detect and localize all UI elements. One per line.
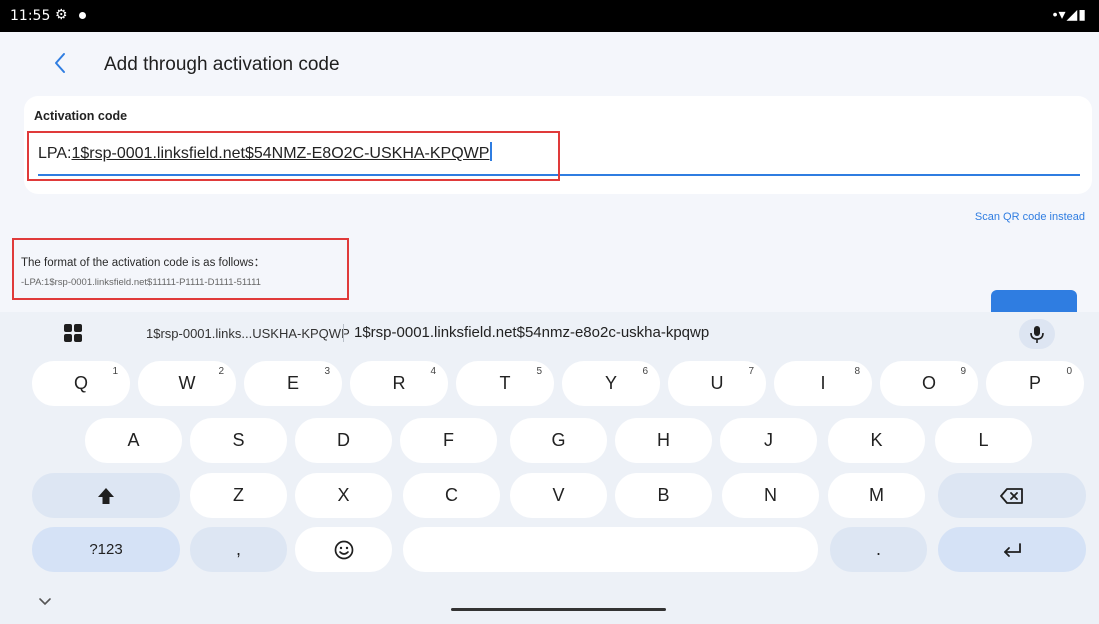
key-number: 5 [536,366,542,377]
key-number: 1 [112,366,118,377]
key-number: 8 [854,366,860,377]
key-u[interactable]: U7 [668,361,766,406]
highlight-box-input [27,131,560,181]
status-icons: •▾◢▮ [1052,6,1087,22]
back-button[interactable] [46,46,76,80]
key-k[interactable]: K [828,418,925,463]
shift-key[interactable] [32,473,180,518]
gear-icon: ⚙ [55,6,68,22]
key-f[interactable]: F [400,418,497,463]
shift-icon [98,488,114,505]
key-number: 3 [324,366,330,377]
backspace-key[interactable] [938,473,1086,518]
key-label: I [820,373,826,393]
key-z[interactable]: Z [190,473,287,518]
key-a[interactable]: A [85,418,182,463]
key-r[interactable]: R4 [350,361,448,406]
suggestion-1[interactable]: 1$rsp-0001.links...USKHA-KPQWP [146,326,350,341]
key-t[interactable]: T5 [456,361,554,406]
emoji-key[interactable] [295,527,392,572]
key-o[interactable]: O9 [880,361,978,406]
symbols-key[interactable]: ?123 [32,527,180,572]
key-number: 2 [218,366,224,377]
key-q[interactable]: Q1 [32,361,130,406]
key-number: 7 [748,366,754,377]
activation-code-label: Activation code [34,109,128,123]
status-time: 11:55 [10,8,51,24]
key-s[interactable]: S [190,418,287,463]
key-n[interactable]: N [722,473,819,518]
suggestion-bar: 1$rsp-0001.links...USKHA-KPQWP 1$rsp-000… [0,312,1099,354]
key-e[interactable]: E3 [244,361,342,406]
chevron-left-icon [55,53,65,73]
navigation-handle[interactable] [451,608,666,611]
key-d[interactable]: D [295,418,392,463]
key-number: 6 [642,366,648,377]
comma-key[interactable]: , [190,527,287,572]
enter-key[interactable] [938,527,1086,572]
format-example: -LPA:1$rsp-0001.linksfield.net$11111-P11… [21,277,261,288]
next-button[interactable] [991,290,1077,312]
chevron-down-icon[interactable] [38,597,52,607]
scan-qr-link[interactable]: Scan QR code instead [975,211,1085,223]
format-title: The format of the activation code is as … [21,257,266,269]
key-label: R [392,373,406,393]
period-key[interactable]: . [830,527,927,572]
status-bar: 11:55 ⚙ •▾◢▮ [0,0,1099,32]
backspace-icon [1000,488,1023,505]
key-label: U [710,373,724,393]
key-x[interactable]: X [295,473,392,518]
key-label: Q [73,373,88,393]
key-label: E [286,373,299,393]
key-b[interactable]: B [615,473,712,518]
notification-dot-icon [79,12,86,19]
key-label: P [1028,373,1041,393]
keyboard-apps-icon[interactable] [64,324,82,342]
mic-icon [1030,326,1044,343]
key-h[interactable]: H [615,418,712,463]
key-number: 4 [430,366,436,377]
key-j[interactable]: J [720,418,817,463]
key-label: W [178,373,196,393]
key-i[interactable]: I8 [774,361,872,406]
key-y[interactable]: Y6 [562,361,660,406]
key-c[interactable]: C [403,473,500,518]
key-p[interactable]: P0 [986,361,1084,406]
key-w[interactable]: W2 [138,361,236,406]
key-number: 9 [960,366,966,377]
suggestion-2[interactable]: 1$rsp-0001.linksfield.net$54nmz-e8o2c-us… [354,324,709,341]
mic-button[interactable] [1019,319,1055,349]
page-title: Add through activation code [104,54,340,75]
key-v[interactable]: V [510,473,607,518]
enter-icon [1004,543,1021,558]
key-l[interactable]: L [935,418,1032,463]
key-m[interactable]: M [828,473,925,518]
app-bar: Add through activation code [0,32,1099,94]
key-g[interactable]: G [510,418,607,463]
space-key[interactable] [403,527,818,572]
key-number: 0 [1066,366,1072,377]
key-label: T [499,373,511,393]
key-label: Y [604,373,617,393]
suggestion-divider [343,324,344,342]
on-screen-keyboard: 1$rsp-0001.links...USKHA-KPQWP 1$rsp-000… [0,312,1099,624]
key-label: O [921,373,936,393]
emoji-icon [334,540,353,560]
